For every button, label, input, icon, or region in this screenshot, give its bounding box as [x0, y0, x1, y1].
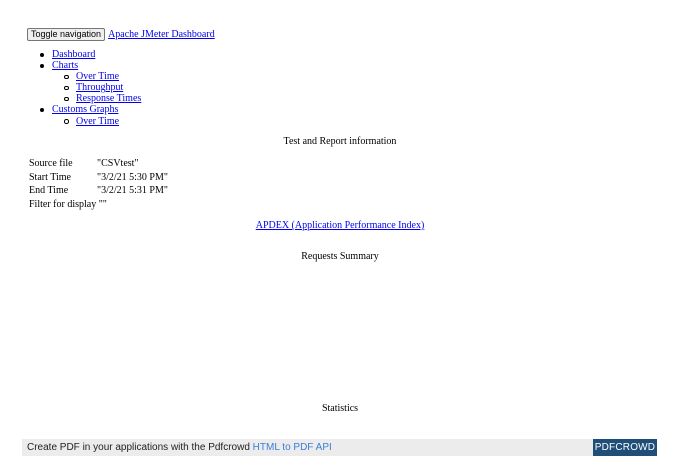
toggle-navigation-button[interactable]: Toggle navigation — [27, 27, 106, 41]
top-navbar: Toggle navigation Apache JMeter Dashboar… — [27, 27, 215, 41]
sidebar-link-customs-graphs[interactable]: Customs Graphs — [52, 104, 118, 115]
sidebar-link-customs-over-time[interactable]: Over Time — [76, 116, 119, 127]
html-to-pdf-api-link[interactable]: HTML to PDF API — [253, 442, 332, 453]
sidebar-link-dashboard[interactable]: Dashboard — [52, 49, 95, 60]
info-value: "3/2/21 5:30 PM" — [97, 171, 168, 183]
statistics-title: Statistics — [321, 403, 359, 414]
sidebar-subitem-customs-over-time: Over Time — [0, 116, 141, 127]
brand-link[interactable]: Apache JMeter Dashboard — [108, 29, 215, 40]
report-info-title: Test and Report information — [283, 136, 397, 147]
sidebar-link-throughput[interactable]: Throughput — [76, 82, 123, 93]
info-value: "CSVtest" — [97, 158, 139, 169]
info-row-source-file: Source file "CSVtest" — [29, 157, 168, 171]
sidebar-nav: Dashboard Charts Over Time Throughput Re… — [0, 49, 141, 127]
sidebar-item-customs-graphs: Customs Graphs — [0, 104, 141, 115]
sidebar-subitem-throughput: Throughput — [0, 82, 141, 93]
requests-summary-title: Requests Summary — [301, 251, 379, 262]
apdex-link-container: APDEX (Application Performance Index) — [0, 220, 680, 231]
sidebar-item-dashboard: Dashboard — [0, 49, 141, 60]
sidebar-item-charts: Charts — [0, 60, 141, 71]
info-row-end-time: End Time "3/2/21 5:31 PM" — [29, 184, 168, 198]
info-label: End Time — [29, 185, 69, 196]
sidebar-link-charts-over-time[interactable]: Over Time — [76, 71, 119, 82]
sidebar-subitem-charts-over-time: Over Time — [0, 71, 141, 82]
report-info-table: Source file "CSVtest" Start Time "3/2/21… — [29, 157, 168, 211]
info-row-filter: Filter for display "" — [29, 198, 168, 212]
pdfcrowd-button[interactable]: PDFCROWD — [593, 439, 657, 456]
footer-message: Create PDF in your applications with the… — [27, 442, 250, 453]
info-value: "" — [98, 198, 107, 210]
sidebar-link-charts[interactable]: Charts — [52, 60, 78, 71]
info-row-start-time: Start Time "3/2/21 5:30 PM" — [29, 171, 168, 185]
info-label: Start Time — [29, 171, 71, 183]
info-value: "3/2/21 5:31 PM" — [97, 185, 168, 196]
sidebar-subitem-response-times: Response Times — [0, 93, 141, 104]
info-label: Filter for display — [29, 198, 97, 210]
info-label: Source file — [29, 158, 73, 169]
footer-text: Create PDF in your applications with the… — [27, 439, 332, 456]
pdfcrowd-footer: Create PDF in your applications with the… — [22, 439, 657, 456]
apdex-link[interactable]: APDEX (Application Performance Index) — [256, 220, 425, 231]
sidebar-link-response-times[interactable]: Response Times — [76, 93, 141, 104]
